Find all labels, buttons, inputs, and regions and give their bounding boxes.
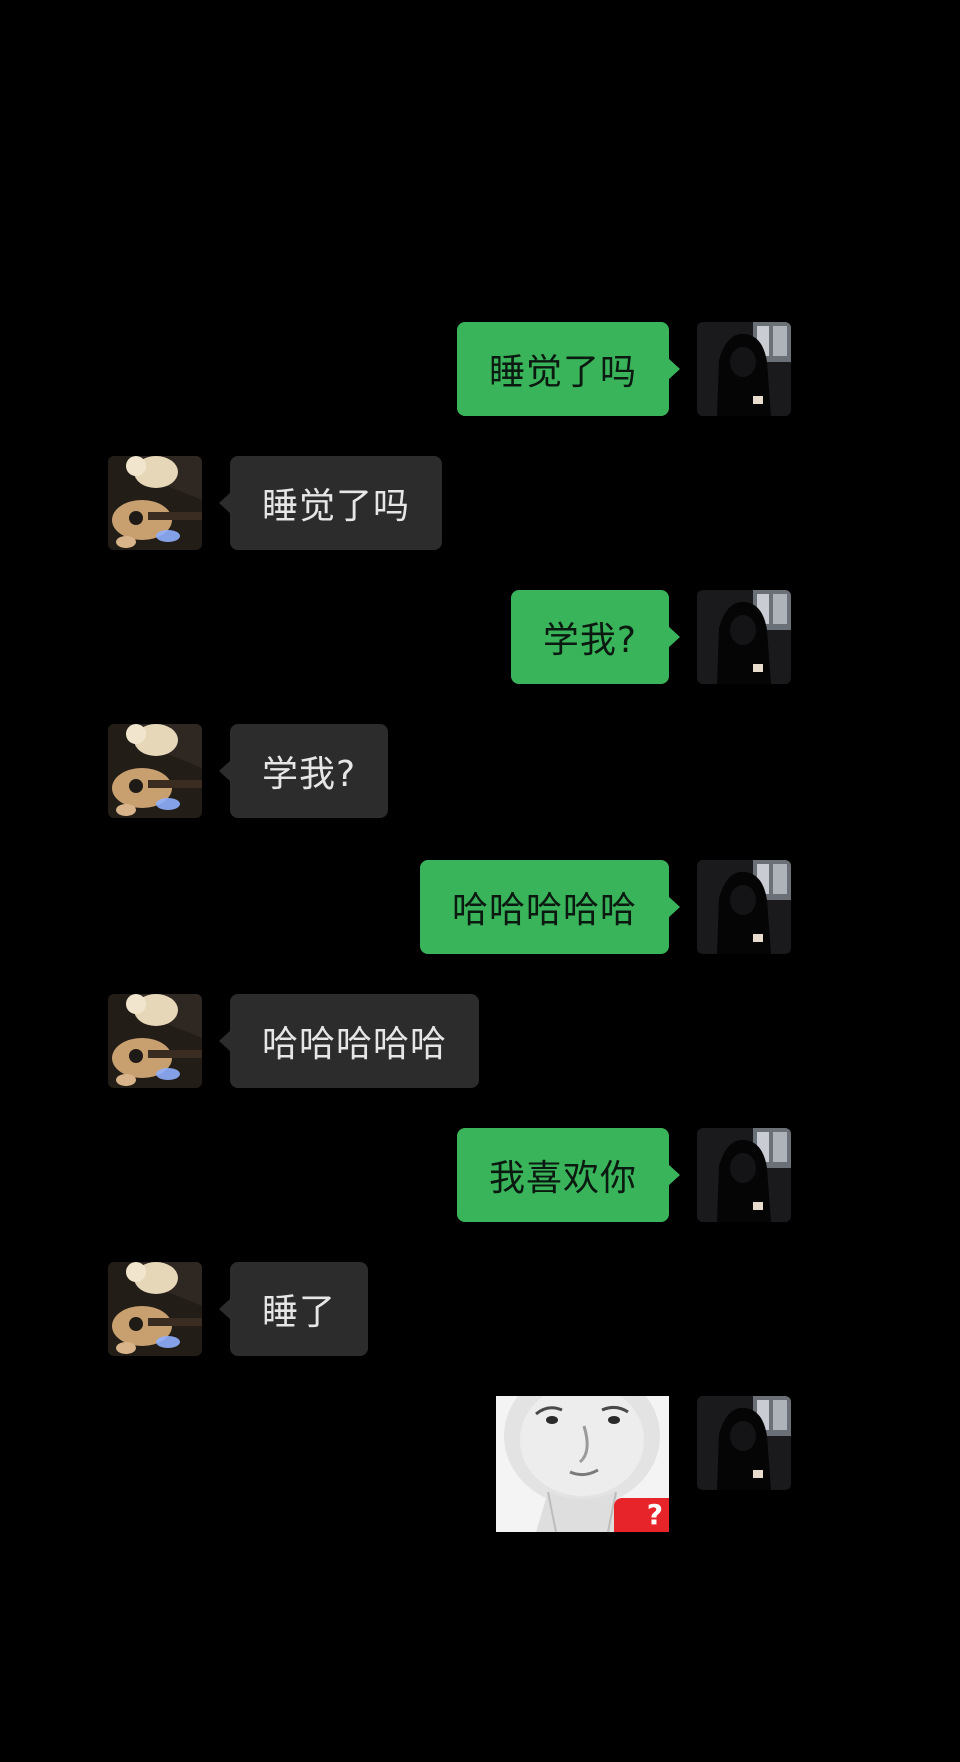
contact-avatar[interactable] [108, 1262, 202, 1356]
outgoing-message-bubble[interactable]: 我喜欢你 [456, 1128, 681, 1222]
message-text: 哈哈哈哈哈 [262, 1024, 448, 1065]
self-avatar[interactable] [697, 590, 791, 684]
sticker-question-badge: ? [614, 1498, 669, 1532]
message-text: 睡觉了吗 [262, 486, 411, 527]
outgoing-message-bubble[interactable]: 哈哈哈哈哈 [419, 860, 681, 954]
message-row-incoming: 睡觉了吗 [0, 456, 960, 552]
message-row-incoming: 睡了 [0, 1262, 960, 1358]
message-row-outgoing: 哈哈哈哈哈 [0, 860, 960, 956]
message-text: 学我? [262, 754, 357, 795]
chat-message-list: 睡觉了吗 睡觉了吗 学我? 学我? 哈哈哈哈哈 哈哈哈哈哈 我喜欢你 睡了 ? [0, 0, 960, 1762]
message-text: 睡觉了吗 [488, 352, 637, 393]
incoming-message-bubble[interactable]: 学我? [218, 724, 389, 818]
self-avatar[interactable] [697, 1396, 791, 1490]
message-text: 睡了 [262, 1292, 337, 1333]
message-row-incoming: 哈哈哈哈哈 [0, 994, 960, 1090]
self-avatar[interactable] [697, 322, 791, 416]
self-avatar[interactable] [697, 1128, 791, 1222]
contact-avatar[interactable] [108, 994, 202, 1088]
message-text: 哈哈哈哈哈 [451, 890, 637, 931]
message-row-outgoing-sticker: ? [0, 1396, 960, 1532]
contact-avatar[interactable] [108, 456, 202, 550]
message-row-incoming: 学我? [0, 724, 960, 820]
incoming-message-bubble[interactable]: 睡了 [218, 1262, 369, 1356]
badge-text: ? [646, 1498, 663, 1531]
message-row-outgoing: 睡觉了吗 [0, 322, 960, 418]
incoming-message-bubble[interactable]: 哈哈哈哈哈 [218, 994, 480, 1088]
message-row-outgoing: 学我? [0, 590, 960, 686]
incoming-message-bubble[interactable]: 睡觉了吗 [218, 456, 443, 550]
contact-avatar[interactable] [108, 724, 202, 818]
outgoing-message-bubble[interactable]: 学我? [510, 590, 681, 684]
message-text: 我喜欢你 [488, 1158, 637, 1199]
outgoing-message-bubble[interactable]: 睡觉了吗 [456, 322, 681, 416]
message-text: 学我? [542, 620, 637, 661]
self-avatar[interactable] [697, 860, 791, 954]
message-row-outgoing: 我喜欢你 [0, 1128, 960, 1224]
